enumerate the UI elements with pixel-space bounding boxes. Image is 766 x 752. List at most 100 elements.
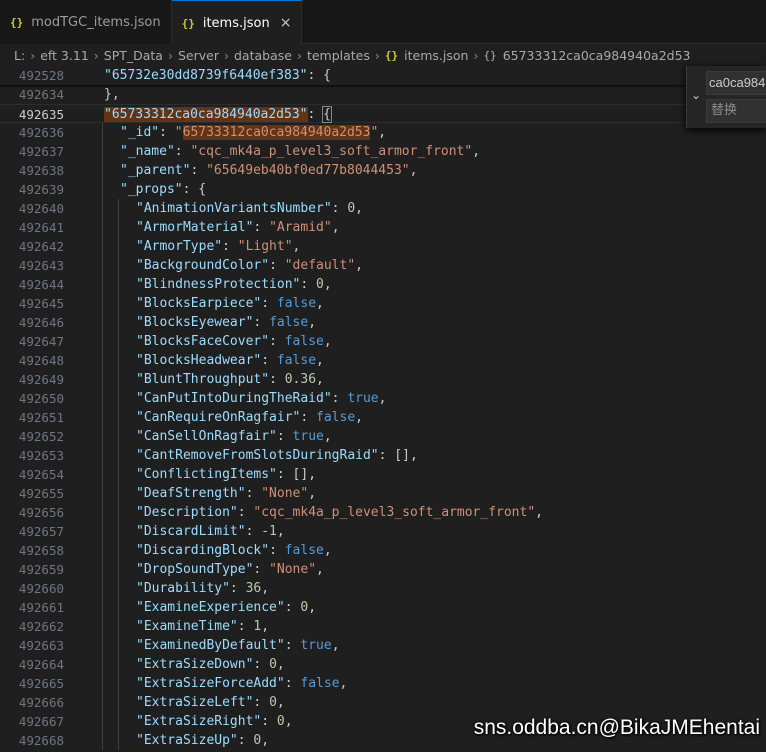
- replace-input[interactable]: 替换: [706, 99, 766, 123]
- code-token: false: [284, 543, 324, 558]
- code-line[interactable]: 492644 "BlindnessProtection": 0,: [0, 275, 766, 294]
- indent-guide: [102, 693, 103, 712]
- indent-guide: [102, 712, 103, 731]
- breadcrumb-file[interactable]: items.json: [404, 48, 468, 63]
- code-line[interactable]: 492648 "BlocksHeadwear": false,: [0, 351, 766, 370]
- code-token: ,: [308, 315, 317, 330]
- indent-guide: [102, 579, 103, 598]
- json-file-icon: {}: [10, 15, 24, 29]
- breadcrumb-item[interactable]: database: [234, 48, 292, 63]
- code-text: "ArmorMaterial": "Aramid",: [136, 218, 340, 237]
- indent-guide: [118, 313, 119, 332]
- code-token: ,: [292, 239, 301, 254]
- json-file-icon: {}: [181, 16, 195, 30]
- indent-guide: [118, 693, 119, 712]
- chevron-down-icon[interactable]: ⌄: [691, 88, 701, 102]
- code-line[interactable]: 492658 "DiscardingBlock": false,: [0, 541, 766, 560]
- indent-guide: [118, 598, 119, 617]
- tab-items-json[interactable]: {} items.json ×: [171, 0, 303, 45]
- close-tab-icon[interactable]: ×: [280, 15, 292, 31]
- line-number: 492647: [18, 334, 64, 349]
- code-token: "BlocksFaceCover": [136, 334, 270, 349]
- indent-guide: [118, 655, 119, 674]
- indent-guide: [118, 370, 119, 389]
- code-line[interactable]: 492660 "Durability": 36,: [0, 579, 766, 598]
- code-token: ,: [355, 258, 363, 273]
- code-token: "BackgroundColor": [136, 258, 270, 273]
- breadcrumb-item[interactable]: eft 3.11: [40, 48, 89, 63]
- code-token: :: [253, 562, 270, 577]
- code-line[interactable]: 492653 "CantRemoveFromSlotsDuringRaid": […: [0, 446, 766, 465]
- code-line[interactable]: 492635 "65733312ca0ca984940a2d53": {: [0, 104, 766, 123]
- code-line[interactable]: 492656 "Description": "cqc_mk4a_p_level3_…: [0, 503, 766, 522]
- code-token: ,: [323, 334, 332, 349]
- code-token: :: [269, 334, 285, 349]
- code-text: "_id": "65733312ca0ca984940a2d53",: [120, 123, 386, 142]
- code-text: "BlocksEyewear": false,: [136, 313, 316, 332]
- code-token: "ConflictingItems": [136, 467, 277, 482]
- line-number: 492663: [18, 638, 64, 653]
- indent-guide: [102, 408, 103, 427]
- code-line[interactable]: 492652 "CanSellOnRagfair": true,: [0, 427, 766, 446]
- indent-guide: [118, 674, 119, 693]
- code-line[interactable]: 492636 "_id": "65733312ca0ca984940a2d53",: [0, 123, 766, 142]
- json-file-icon: {}: [384, 48, 399, 62]
- breadcrumb-item[interactable]: L:: [14, 48, 25, 63]
- code-line[interactable]: 492657 "DiscardLimit": -1,: [0, 522, 766, 541]
- indent-guide: [102, 275, 103, 294]
- code-line[interactable]: 492662 "ExamineTime": 1,: [0, 617, 766, 636]
- code-token: ,: [535, 505, 543, 520]
- code-line[interactable]: 492638 "_parent": "65649eb40bf0ed77b80444…: [0, 161, 766, 180]
- code-token: "65649eb40bf0ed77b8044453": [206, 163, 410, 178]
- code-line[interactable]: 492637 "_name": "cqc_mk4a_p_level3_soft_a…: [0, 142, 766, 161]
- code-line[interactable]: 492642 "ArmorType": "Light",: [0, 237, 766, 256]
- code-line[interactable]: 492643 "BackgroundColor": "default",: [0, 256, 766, 275]
- code-token: :: [269, 543, 285, 558]
- code-line[interactable]: 492645 "BlocksEarpiece": false,: [0, 294, 766, 313]
- code-line[interactable]: 492664 "ExtraSizeDown": 0,: [0, 655, 766, 674]
- code-token: 0: [269, 695, 277, 710]
- code-line[interactable]: 492640 "AnimationVariantsNumber": 0,: [0, 199, 766, 218]
- code-text: "BlocksFaceCover": false,: [136, 332, 332, 351]
- code-line[interactable]: 492663 "ExaminedByDefault": true,: [0, 636, 766, 655]
- breadcrumb-object[interactable]: 65733312ca0ca984940a2d53: [503, 48, 691, 63]
- indent-guide: [102, 218, 103, 237]
- code-token: },: [104, 87, 120, 102]
- code-line[interactable]: 492661 "ExamineExperience": 0,: [0, 598, 766, 617]
- code-line[interactable]: 492655 "DeafStrength": "None",: [0, 484, 766, 503]
- indent-guide: [118, 332, 119, 351]
- code-editor[interactable]: 492528 "65732e30dd8739f6440ef383": { 49263…: [0, 66, 766, 752]
- code-token: "ExtraSizeDown": [136, 657, 254, 672]
- code-line[interactable]: 492647 "BlocksFaceCover": false,: [0, 332, 766, 351]
- indent-guide: [102, 256, 103, 275]
- code-line[interactable]: 492659 "DropSoundType": "None",: [0, 560, 766, 579]
- code-text: "DiscardingBlock": false,: [136, 541, 332, 560]
- code-token: true: [300, 638, 332, 653]
- tab-modtgc-items[interactable]: {} modTGC_items.json: [0, 0, 172, 44]
- code-token: 0: [316, 277, 324, 292]
- breadcrumb-item[interactable]: Server: [178, 48, 219, 63]
- code-token: ,: [323, 277, 332, 292]
- code-line[interactable]: 492651 "CanRequireOnRagfair": false,: [0, 408, 766, 427]
- code-line[interactable]: 492646 "BlocksEyewear": false,: [0, 313, 766, 332]
- indent-guide: [118, 294, 119, 313]
- code-line[interactable]: 492639 "_props": {: [0, 180, 766, 199]
- code-line[interactable]: 492654 "ConflictingItems": [],: [0, 465, 766, 484]
- code-line[interactable]: 492666 "ExtraSizeLeft": 0,: [0, 693, 766, 712]
- code-line[interactable]: 492650 "CanPutIntoDuringTheRaid": true,: [0, 389, 766, 408]
- code-token: ,: [276, 695, 285, 710]
- breadcrumb-item[interactable]: templates: [307, 48, 370, 63]
- indent-guide: [118, 275, 119, 294]
- indent-guide: [118, 465, 119, 484]
- code-text: "_name": "cqc_mk4a_p_level3_soft_armor_f…: [120, 142, 480, 161]
- code-line[interactable]: 492665 "ExtraSizeForceAdd": false,: [0, 674, 766, 693]
- code-line[interactable]: 492641 "ArmorMaterial": "Aramid",: [0, 218, 766, 237]
- code-token: :: [253, 657, 270, 672]
- code-token: : [],: [378, 448, 418, 463]
- code-token: "BlocksEarpiece": [136, 296, 262, 311]
- breadcrumb-item[interactable]: SPT_Data: [104, 48, 163, 63]
- find-input[interactable]: ca0ca9849: [706, 71, 766, 95]
- code-line[interactable]: 492649 "BluntThroughput": 0.36,: [0, 370, 766, 389]
- code-line[interactable]: 492528 "65732e30dd8739f6440ef383": {: [0, 66, 766, 85]
- indent-guide: [102, 180, 103, 199]
